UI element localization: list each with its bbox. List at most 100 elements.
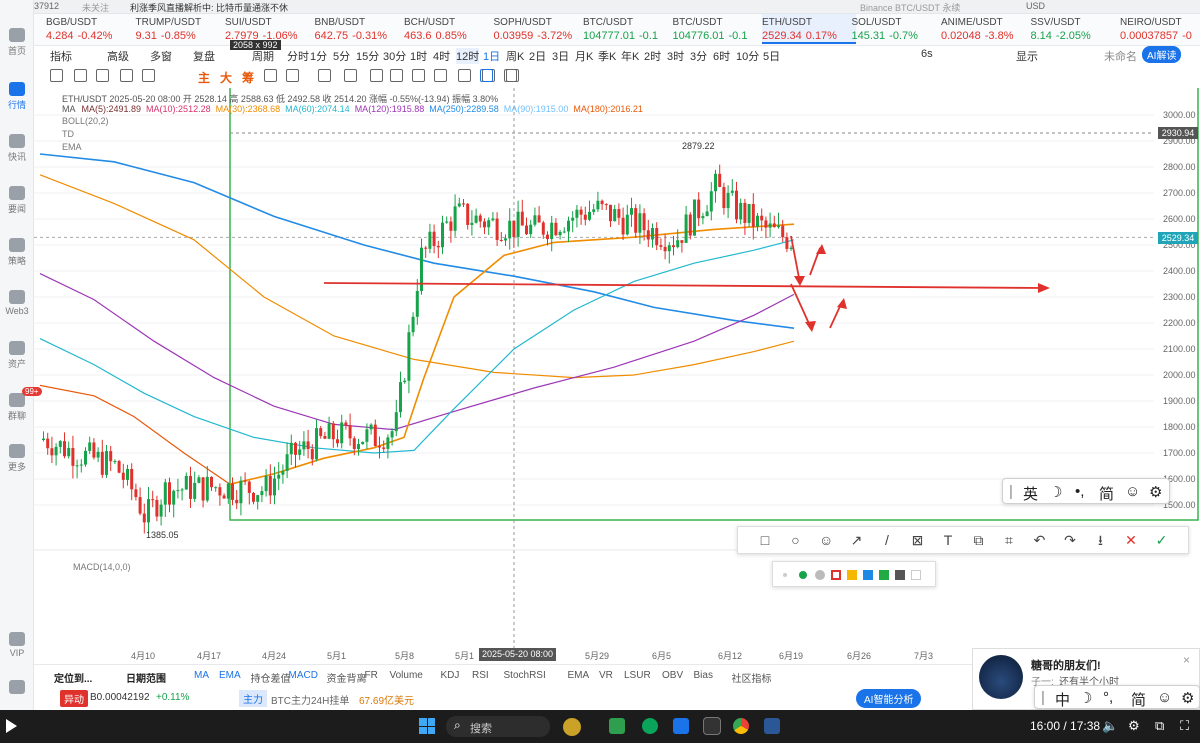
color-swatch[interactable] bbox=[799, 571, 807, 579]
timeframe-option[interactable]: 3日 bbox=[552, 48, 569, 64]
zoom-icon[interactable] bbox=[318, 69, 331, 82]
timeframe-option[interactable]: 5日 bbox=[763, 48, 780, 64]
color-swatch[interactable] bbox=[847, 570, 857, 580]
timeframe-option[interactable]: 分时 bbox=[287, 48, 309, 64]
unnamed-layout[interactable]: 未命名 bbox=[1104, 48, 1137, 64]
boll-legend[interactable]: BOLL(20,2) bbox=[62, 116, 109, 126]
indicator-tab[interactable]: KDJ bbox=[441, 670, 460, 681]
ime-simplified-toggle[interactable]: 简 bbox=[1099, 483, 1114, 504]
timeframe-option[interactable]: 15分 bbox=[356, 48, 379, 64]
ticker-item[interactable]: SOPH/USDT 0.03959 -3.72% bbox=[494, 17, 588, 42]
sidebar-item-9[interactable]: VIP bbox=[0, 632, 34, 658]
measure-icon[interactable] bbox=[286, 69, 299, 82]
timeframe-option[interactable]: 周K bbox=[506, 48, 524, 64]
timeframe-option[interactable]: 月K bbox=[575, 48, 593, 64]
ema-legend[interactable]: EMA bbox=[62, 142, 82, 152]
taskbar-search[interactable]: ⌕ 搜索 bbox=[446, 716, 550, 737]
timeframe-option[interactable]: 1时 bbox=[410, 48, 427, 64]
macd-legend[interactable]: MACD(14,0,0) bbox=[73, 562, 131, 572]
chrome-icon[interactable] bbox=[733, 718, 749, 734]
indicator-tab[interactable]: StochRSI bbox=[504, 670, 546, 681]
color-swatch[interactable] bbox=[831, 570, 841, 580]
currency-select[interactable]: USD bbox=[1026, 1, 1045, 11]
timeframe-option[interactable]: 30分 bbox=[383, 48, 406, 64]
mosaic-icon[interactable]: ☺ bbox=[819, 533, 833, 547]
color-swatch[interactable] bbox=[783, 573, 787, 577]
download-icon[interactable]: ⭳ bbox=[1094, 533, 1108, 547]
ticker-item[interactable]: NEIRO/USDT 0.00037857 -0 bbox=[1120, 17, 1200, 42]
pip-icon[interactable]: ⧉ bbox=[1155, 718, 1164, 734]
ime-handle-2[interactable]: | bbox=[1041, 689, 1045, 706]
gear-icon-2[interactable]: ⚙ bbox=[1181, 689, 1194, 707]
rectangle-icon[interactable]: □ bbox=[758, 533, 772, 547]
settings-icon[interactable]: ⚙ bbox=[1128, 718, 1140, 734]
sidebar-item-7[interactable]: 群聊 bbox=[0, 393, 34, 422]
ticker-item[interactable]: SSV/USDT 8.14 -2.05% bbox=[1031, 17, 1125, 42]
line-icon[interactable]: / bbox=[880, 533, 894, 547]
indicator-tab[interactable]: 持仓差值 bbox=[251, 670, 291, 685]
ime-toolbar[interactable]: | 英 ☽ •, 简 ☺ ⚙ bbox=[1002, 478, 1170, 504]
indicator-tab[interactable]: EMA bbox=[568, 670, 590, 681]
timeframe-option[interactable]: 12时 bbox=[456, 48, 480, 64]
eye-icon[interactable] bbox=[458, 69, 471, 82]
ticker-item[interactable]: SUI/USDT 2.7979 -1.06% bbox=[225, 17, 319, 42]
indicator-button[interactable]: 指标 bbox=[50, 48, 72, 64]
app-icon-1[interactable] bbox=[563, 718, 581, 736]
timeframe-option[interactable]: 6时 bbox=[713, 48, 730, 64]
timeframe-option[interactable]: 2日 bbox=[529, 48, 546, 64]
moon-icon-2[interactable]: ☽ bbox=[1079, 689, 1092, 707]
trend-line-icon[interactable] bbox=[50, 69, 63, 82]
check-icon[interactable]: ✓ bbox=[1155, 533, 1169, 547]
ticker-item[interactable]: BNB/USDT 642.75 -0.31% bbox=[315, 17, 409, 42]
blur-icon[interactable]: ⊠ bbox=[911, 533, 925, 547]
color-swatch[interactable] bbox=[911, 570, 921, 580]
close-icon[interactable]: ✕ bbox=[1124, 533, 1138, 547]
color-swatch[interactable] bbox=[815, 570, 825, 580]
punctuation-icon[interactable]: •, bbox=[1075, 483, 1084, 500]
share-icon[interactable]: ↷ bbox=[1063, 533, 1077, 547]
search-input[interactable]: Binance BTC/USDT 永续 bbox=[860, 1, 960, 14]
sidebar-item-4[interactable]: 策略 bbox=[0, 238, 34, 267]
moon-icon[interactable]: ☽ bbox=[1049, 483, 1062, 501]
ray-icon[interactable] bbox=[74, 69, 87, 82]
ime-toolbar-2[interactable]: | 中 ☽ °, 简 ☺ ⚙ bbox=[1034, 685, 1200, 709]
timeframe-option[interactable]: 5分 bbox=[333, 48, 350, 64]
indicator-tab[interactable]: LSUR bbox=[624, 670, 651, 681]
fib-icon[interactable]: 大 bbox=[220, 69, 233, 85]
timeframe-option[interactable]: 1日 bbox=[483, 48, 500, 64]
indicator-tab[interactable]: Bias bbox=[694, 670, 713, 681]
brush-icon[interactable]: 主 bbox=[198, 69, 211, 85]
emoji-icon-2[interactable]: ☺ bbox=[1157, 689, 1172, 706]
arrow-icon[interactable]: ↗ bbox=[850, 533, 864, 547]
text-icon[interactable]: 筹 bbox=[242, 69, 255, 85]
timeframe-option[interactable]: 1分 bbox=[310, 48, 327, 64]
horizontal-line-icon[interactable] bbox=[96, 69, 109, 82]
app-icon-5[interactable] bbox=[703, 717, 721, 735]
multi-window-button[interactable]: 多窗 bbox=[150, 48, 172, 64]
indicator-tab[interactable]: RSI bbox=[472, 670, 489, 681]
link-icon[interactable] bbox=[370, 69, 383, 82]
gear-icon[interactable]: ⚙ bbox=[1149, 483, 1162, 501]
timeframe-option[interactable]: 季K bbox=[598, 48, 616, 64]
sidebar-item-2[interactable]: 快讯 bbox=[0, 134, 34, 163]
sidebar-item-0[interactable]: 首页 bbox=[0, 28, 34, 57]
edit-icon[interactable] bbox=[390, 69, 403, 82]
play-icon[interactable] bbox=[6, 719, 17, 733]
ai-analysis-button[interactable]: AI智能分析 bbox=[856, 689, 922, 708]
advanced-button[interactable]: 高级 bbox=[107, 48, 129, 64]
timeframe-option[interactable]: 2时 bbox=[644, 48, 661, 64]
unfollow-label[interactable]: 未关注 bbox=[82, 1, 109, 14]
indicator-tab[interactable]: MACD bbox=[289, 670, 318, 681]
sidebar-item-5[interactable]: Web3 bbox=[0, 290, 34, 316]
ime-handle[interactable]: | bbox=[1009, 483, 1013, 500]
candlestick-chart[interactable] bbox=[34, 53, 1200, 663]
sidebar-item-1[interactable]: 行情 bbox=[0, 82, 34, 111]
indicator-tab[interactable]: 资金背离 bbox=[327, 670, 367, 685]
avatar[interactable] bbox=[979, 655, 1023, 699]
filter-icon[interactable] bbox=[480, 69, 493, 82]
close-icon[interactable]: × bbox=[1183, 653, 1190, 667]
trash-icon[interactable] bbox=[504, 69, 517, 82]
timeframe-option[interactable]: 10分 bbox=[736, 48, 759, 64]
sidebar-item-6[interactable]: 资产 bbox=[0, 341, 34, 370]
h-ray-icon[interactable] bbox=[120, 69, 133, 82]
